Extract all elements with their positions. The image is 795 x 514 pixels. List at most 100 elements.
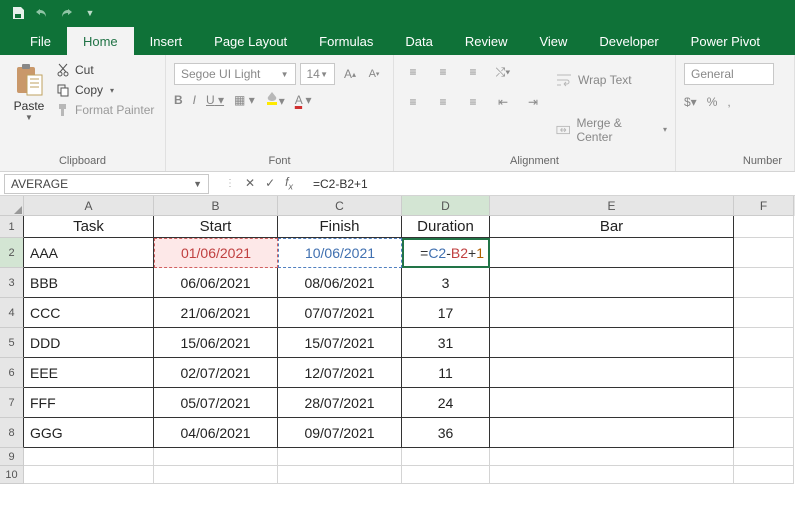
cell[interactable] [734, 238, 794, 268]
row-header-8[interactable]: 8 [0, 418, 24, 448]
font-name-select[interactable]: Segoe UI Light▼ [174, 63, 296, 85]
cell[interactable]: 04/06/2021 [154, 418, 278, 448]
align-top-button[interactable]: ≡ [402, 61, 424, 83]
cell[interactable]: 10/06/2021 [278, 238, 402, 268]
tab-formulas[interactable]: Formulas [303, 27, 389, 55]
cell[interactable]: BBB [24, 268, 154, 298]
col-header-f[interactable]: F [734, 196, 794, 216]
cell[interactable] [734, 466, 794, 484]
cell[interactable]: DDD [24, 328, 154, 358]
cell[interactable] [734, 418, 794, 448]
increase-indent-button[interactable]: ⇥ [522, 91, 544, 113]
cell[interactable] [402, 448, 490, 466]
cell[interactable]: 31 [402, 328, 490, 358]
cell[interactable]: 05/07/2021 [154, 388, 278, 418]
align-center-button[interactable]: ≡ [432, 91, 454, 113]
cell[interactable] [490, 448, 734, 466]
accounting-format-button[interactable]: $▾ [684, 95, 697, 109]
tab-developer[interactable]: Developer [583, 27, 674, 55]
tab-page-layout[interactable]: Page Layout [198, 27, 303, 55]
cell[interactable] [490, 358, 734, 388]
cell[interactable] [154, 466, 278, 484]
cell[interactable]: 02/07/2021 [154, 358, 278, 388]
cell[interactable] [734, 216, 794, 238]
active-cell[interactable]: =C2-B2+1 [402, 238, 490, 268]
copy-button[interactable]: Copy▾ [56, 83, 154, 97]
cell[interactable]: 28/07/2021 [278, 388, 402, 418]
row-header-6[interactable]: 6 [0, 358, 24, 388]
align-middle-button[interactable]: ≡ [432, 61, 454, 83]
paste-button[interactable]: Paste ▼ [8, 59, 50, 153]
cell[interactable]: 15/06/2021 [154, 328, 278, 358]
tab-data[interactable]: Data [389, 27, 448, 55]
qat-customize-dropdown[interactable]: ▼ [78, 2, 102, 24]
cell[interactable] [24, 448, 154, 466]
cell[interactable]: 09/07/2021 [278, 418, 402, 448]
cell[interactable]: Duration [402, 216, 490, 238]
col-header-d[interactable]: D [402, 196, 490, 216]
decrease-font-button[interactable]: A▾ [363, 63, 385, 85]
cell[interactable]: 36 [402, 418, 490, 448]
align-bottom-button[interactable]: ≡ [462, 61, 484, 83]
align-left-button[interactable]: ≡ [402, 91, 424, 113]
row-header-2[interactable]: 2 [0, 238, 24, 268]
row-header-9[interactable]: 9 [0, 448, 24, 466]
cell[interactable] [402, 466, 490, 484]
cell[interactable]: 3 [402, 268, 490, 298]
row-header-10[interactable]: 10 [0, 466, 24, 484]
font-size-select[interactable]: 14▼ [300, 63, 336, 85]
cell[interactable]: AAA [24, 238, 154, 268]
wrap-text-button[interactable]: Wrap Text [556, 73, 667, 87]
cell[interactable]: CCC [24, 298, 154, 328]
cut-button[interactable]: Cut [56, 63, 154, 77]
row-header-3[interactable]: 3 [0, 268, 24, 298]
borders-button[interactable]: ▦ ▾ [234, 93, 255, 107]
cell[interactable] [490, 328, 734, 358]
cell[interactable]: 01/06/2021 [154, 238, 278, 268]
cell[interactable]: EEE [24, 358, 154, 388]
cell[interactable] [734, 388, 794, 418]
cell[interactable]: Finish [278, 216, 402, 238]
cell[interactable]: 06/06/2021 [154, 268, 278, 298]
name-box[interactable]: AVERAGE▼ [4, 174, 209, 194]
underline-button[interactable]: U ▾ [206, 93, 224, 107]
cell[interactable]: 15/07/2021 [278, 328, 402, 358]
cell[interactable] [490, 466, 734, 484]
cell[interactable]: 17 [402, 298, 490, 328]
tab-view[interactable]: View [523, 27, 583, 55]
save-button[interactable] [6, 2, 30, 24]
increase-font-button[interactable]: A▴ [339, 63, 361, 85]
cell[interactable] [490, 418, 734, 448]
cell[interactable]: Bar [490, 216, 734, 238]
font-color-button[interactable]: A ▾ [295, 93, 312, 107]
cell[interactable] [490, 298, 734, 328]
cell[interactable] [278, 466, 402, 484]
cell[interactable] [278, 448, 402, 466]
cell[interactable] [734, 268, 794, 298]
cell[interactable]: 21/06/2021 [154, 298, 278, 328]
fill-color-button[interactable]: ▾ [265, 91, 285, 108]
formula-input[interactable]: =C2-B2+1 [305, 177, 795, 191]
decrease-indent-button[interactable]: ⇤ [492, 91, 514, 113]
cell[interactable] [734, 328, 794, 358]
percent-format-button[interactable]: % [707, 95, 718, 109]
insert-function-button[interactable]: fx [285, 175, 293, 191]
cell[interactable] [734, 358, 794, 388]
enter-formula-button[interactable]: ✓ [265, 176, 275, 190]
number-format-select[interactable]: General [684, 63, 774, 85]
cell[interactable]: GGG [24, 418, 154, 448]
cell[interactable] [490, 388, 734, 418]
align-right-button[interactable]: ≡ [462, 91, 484, 113]
cell[interactable]: 12/07/2021 [278, 358, 402, 388]
tab-insert[interactable]: Insert [134, 27, 199, 55]
cell[interactable]: Task [24, 216, 154, 238]
row-header-4[interactable]: 4 [0, 298, 24, 328]
select-all-button[interactable] [0, 196, 24, 216]
format-painter-button[interactable]: Format Painter [56, 103, 154, 117]
row-header-1[interactable]: 1 [0, 216, 24, 238]
merge-center-button[interactable]: Merge & Center▾ [556, 116, 667, 144]
row-header-5[interactable]: 5 [0, 328, 24, 358]
row-header-7[interactable]: 7 [0, 388, 24, 418]
cell[interactable] [734, 298, 794, 328]
cell[interactable]: 08/06/2021 [278, 268, 402, 298]
